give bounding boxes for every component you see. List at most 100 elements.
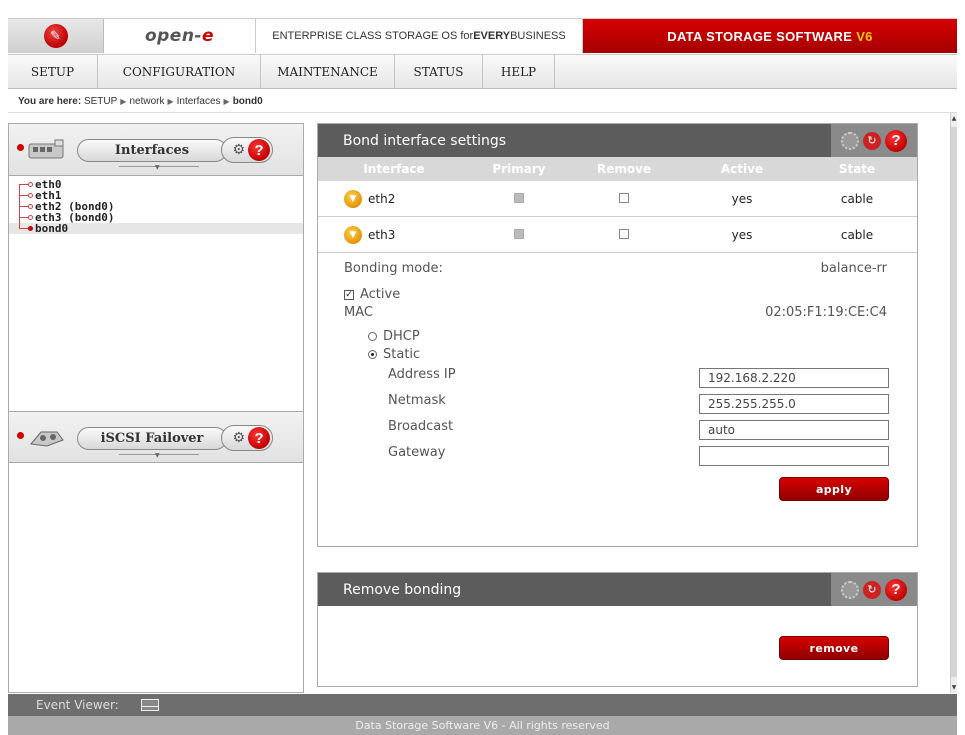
wrench-icon[interactable]: ⚙ (232, 430, 245, 446)
active-option[interactable]: ✓ Active (344, 287, 400, 302)
gear-icon[interactable] (841, 131, 859, 150)
nav-configuration[interactable]: CONFIGURATION (98, 55, 261, 88)
active-cell: yes (731, 227, 753, 242)
breadcrumb-prefix: You are here: (18, 96, 82, 107)
broadcast-label: Broadcast (388, 419, 454, 434)
chevron-down-icon[interactable]: ▼ (344, 225, 362, 244)
main-content: Bond interface settings ↻ ? Interface Pr… (305, 113, 950, 693)
panel-header-icons: ↻ ? (831, 124, 917, 157)
wrench-icon[interactable]: ⚙ (232, 142, 245, 158)
bonding-mode-label: Bonding mode: (344, 261, 443, 276)
event-viewer-bar: Event Viewer: (8, 694, 957, 716)
chevron-down-icon[interactable]: ▼ (344, 189, 362, 208)
failover-icon (30, 431, 64, 447)
gear-icon[interactable] (841, 580, 859, 599)
interface-cell: ▼ eth3 (318, 225, 470, 244)
netmask-input[interactable] (699, 394, 889, 414)
interfaces-tools: ⚙ ? (221, 137, 273, 163)
breadcrumb-item[interactable]: network (129, 96, 164, 107)
bond-form: Bonding mode: balance-rr ✓ Active MAC 02:… (318, 253, 917, 527)
remove-cell (568, 228, 680, 242)
table-row: ▼ eth3 yes cable (318, 217, 917, 253)
primary-checkbox (514, 228, 524, 239)
state-cell: cable (840, 191, 874, 206)
table-row: ▼ eth2 yes cable (318, 181, 917, 217)
column-header: Active (720, 162, 764, 176)
bond-settings-panel: Bond interface settings ↻ ? Interface Pr… (317, 123, 918, 547)
gateway-input[interactable] (699, 446, 889, 466)
address-ip-input[interactable] (699, 368, 889, 388)
brand-logo: open-e (144, 26, 215, 46)
dhcp-radio[interactable] (368, 332, 377, 341)
gateway-label: Gateway (388, 445, 446, 460)
chevron-right-icon: ▶ (223, 97, 230, 106)
apply-button[interactable]: apply (779, 477, 889, 501)
help-icon[interactable]: ? (885, 129, 907, 152)
scroll-up-arrow-icon[interactable]: ▲ (951, 115, 957, 122)
active-checkbox[interactable]: ✓ (344, 289, 354, 300)
breadcrumb-item[interactable]: Interfaces (177, 96, 221, 107)
tree-item-selected[interactable]: bond0 (9, 217, 303, 234)
tagline: ENTERPRISE CLASS STORAGE OS for EVERY BU… (256, 19, 583, 53)
left-panel: Interfaces ⚙ ? ▼ eth0 eth1 eth2 (bond0) … (8, 123, 304, 693)
product-name: DATA STORAGE SOFTWARE V6 (583, 19, 957, 53)
brand-cell: open-e (104, 19, 256, 53)
nav-maintenance[interactable]: MAINTENANCE (261, 55, 395, 88)
column-header: State (838, 162, 876, 176)
help-icon[interactable]: ? (885, 578, 907, 601)
column-header: Remove (596, 162, 652, 176)
refresh-icon[interactable]: ↻ (863, 131, 881, 150)
iscsi-failover-tools: ⚙ ? (221, 425, 273, 451)
iscsi-failover-pill[interactable]: iSCSI Failover (77, 427, 227, 450)
scroll-thumb[interactable] (951, 127, 957, 677)
dhcp-option[interactable]: DHCP (368, 329, 420, 344)
breadcrumb-item[interactable]: SETUP (84, 96, 117, 107)
bonding-mode-value: balance-rr (820, 261, 887, 276)
state-cell: cable (840, 227, 874, 242)
remove-button[interactable]: remove (779, 636, 889, 660)
bond-settings-header: Bond interface settings ↻ ? (318, 124, 917, 157)
address-ip-label: Address IP (388, 367, 456, 382)
logo-cell[interactable]: ✎ (8, 19, 104, 53)
broadcast-input[interactable] (699, 420, 889, 440)
remove-bonding-panel: Remove bonding ↻ ? remove (317, 572, 918, 687)
event-viewer-label: Event Viewer: (36, 698, 119, 712)
interface-cell: ▼ eth2 (318, 189, 470, 208)
interfaces-pill[interactable]: Interfaces (77, 139, 227, 162)
version-badge: V6 (856, 28, 873, 44)
table-header: Interface Primary Remove Active State (318, 157, 917, 181)
panel-title: Remove bonding (343, 581, 462, 598)
red-dot-icon (17, 432, 24, 439)
mac-label: MAC (344, 305, 373, 320)
main-nav: SETUP CONFIGURATION MAINTENANCE STATUS H… (8, 54, 957, 89)
remove-bonding-header: Remove bonding ↻ ? (318, 573, 917, 606)
nav-help[interactable]: HELP (483, 55, 555, 88)
breadcrumb: You are here: SETUP ▶ network ▶ Interfaces ▶ b… (18, 96, 263, 107)
chevron-right-icon: ▶ (167, 97, 174, 106)
chevron-right-icon: ▶ (120, 97, 127, 106)
interfaces-section-header: Interfaces ⚙ ? ▼ (9, 124, 303, 176)
remove-checkbox[interactable] (619, 192, 629, 203)
vertical-scrollbar[interactable]: ▲ ▼ (950, 113, 957, 693)
red-dot-icon (17, 144, 24, 151)
static-option[interactable]: Static (368, 347, 420, 362)
interface-tree: eth0 eth1 eth2 (bond0) eth3 (bond0) bond… (9, 176, 303, 234)
help-icon[interactable]: ? (248, 427, 270, 449)
remove-checkbox[interactable] (619, 228, 629, 239)
column-header: Primary (492, 162, 546, 176)
copyright-text: Data Storage Software V6 - All rights re… (355, 719, 610, 732)
envelope-icon[interactable] (140, 699, 159, 711)
nav-status[interactable]: STATUS (395, 55, 483, 88)
top-banner: ✎ open-e ENTERPRISE CLASS STORAGE OS for… (8, 18, 957, 53)
primary-cell (470, 192, 568, 206)
logo-wrench-icon[interactable]: ✎ (43, 24, 68, 48)
scroll-down-arrow-icon[interactable]: ▼ (951, 684, 957, 691)
active-cell: yes (731, 191, 753, 206)
caret-down-icon[interactable]: ▼ (155, 164, 160, 171)
nav-setup[interactable]: SETUP (8, 55, 98, 88)
help-icon[interactable]: ? (248, 139, 270, 161)
caret-down-icon[interactable]: ▼ (155, 452, 160, 459)
static-radio[interactable] (368, 350, 377, 359)
mac-value: 02:05:F1:19:CE:C4 (765, 305, 887, 320)
refresh-icon[interactable]: ↻ (863, 580, 881, 599)
